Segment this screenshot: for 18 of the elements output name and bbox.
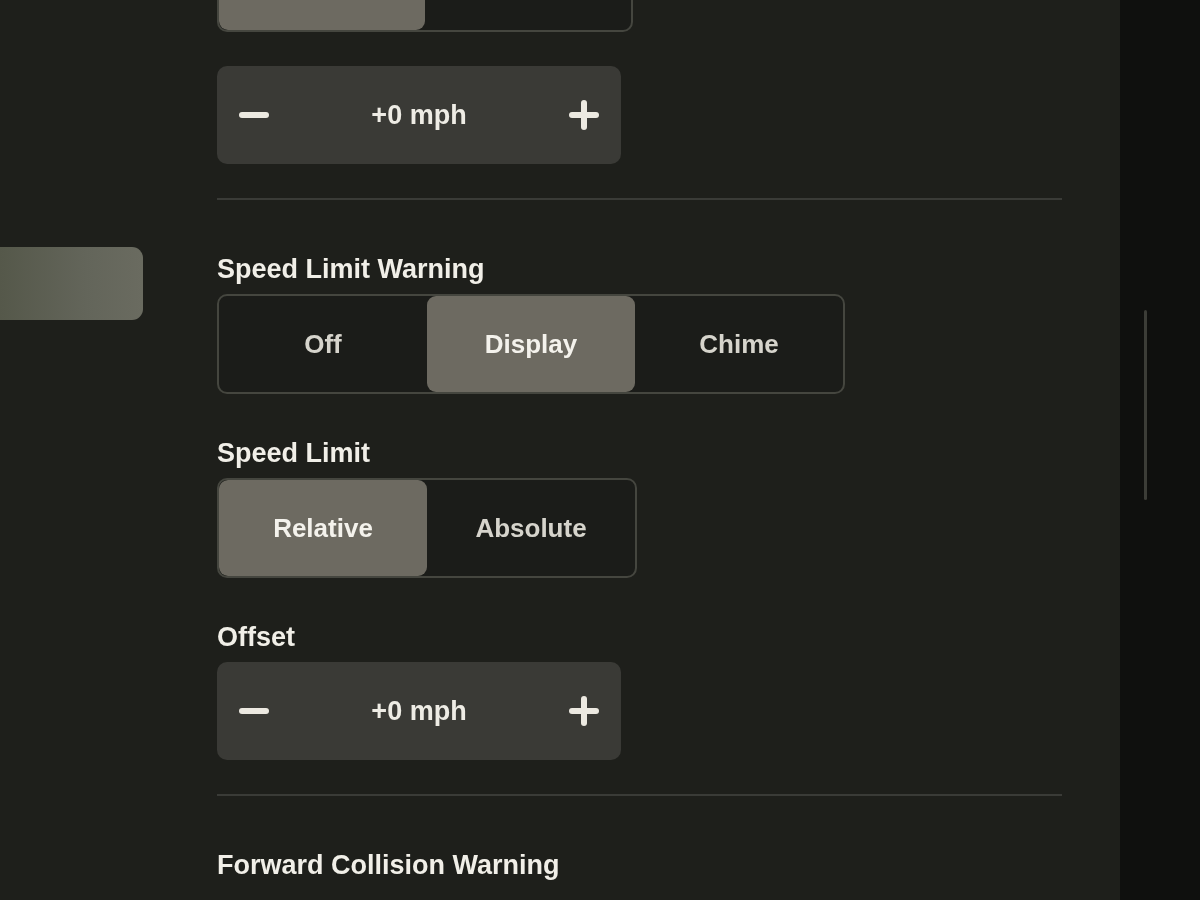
increase-button[interactable] bbox=[567, 694, 601, 728]
segment-option[interactable]: Chime bbox=[635, 296, 843, 392]
segment-option[interactable]: Off bbox=[219, 296, 427, 392]
segment-option[interactable]: Display bbox=[427, 296, 635, 392]
setting-label: Speed Limit bbox=[217, 438, 371, 468]
setting-label: Forward Collision Warning bbox=[217, 850, 560, 880]
increase-button[interactable] bbox=[567, 98, 601, 132]
scrollbar-thumb[interactable] bbox=[1144, 310, 1147, 500]
plus-icon bbox=[569, 100, 599, 130]
stepper-value: +0 mph bbox=[371, 99, 467, 131]
setting-label: Offset bbox=[217, 622, 295, 652]
segment-option[interactable]: Relative bbox=[219, 480, 427, 576]
plus-icon bbox=[569, 696, 599, 726]
stepper-value: +0 mph bbox=[371, 695, 467, 727]
segment-option[interactable]: Absolute bbox=[427, 480, 635, 576]
minus-icon bbox=[239, 708, 269, 714]
minus-icon bbox=[239, 112, 269, 118]
setting-label: Speed Limit Warning bbox=[217, 254, 485, 284]
